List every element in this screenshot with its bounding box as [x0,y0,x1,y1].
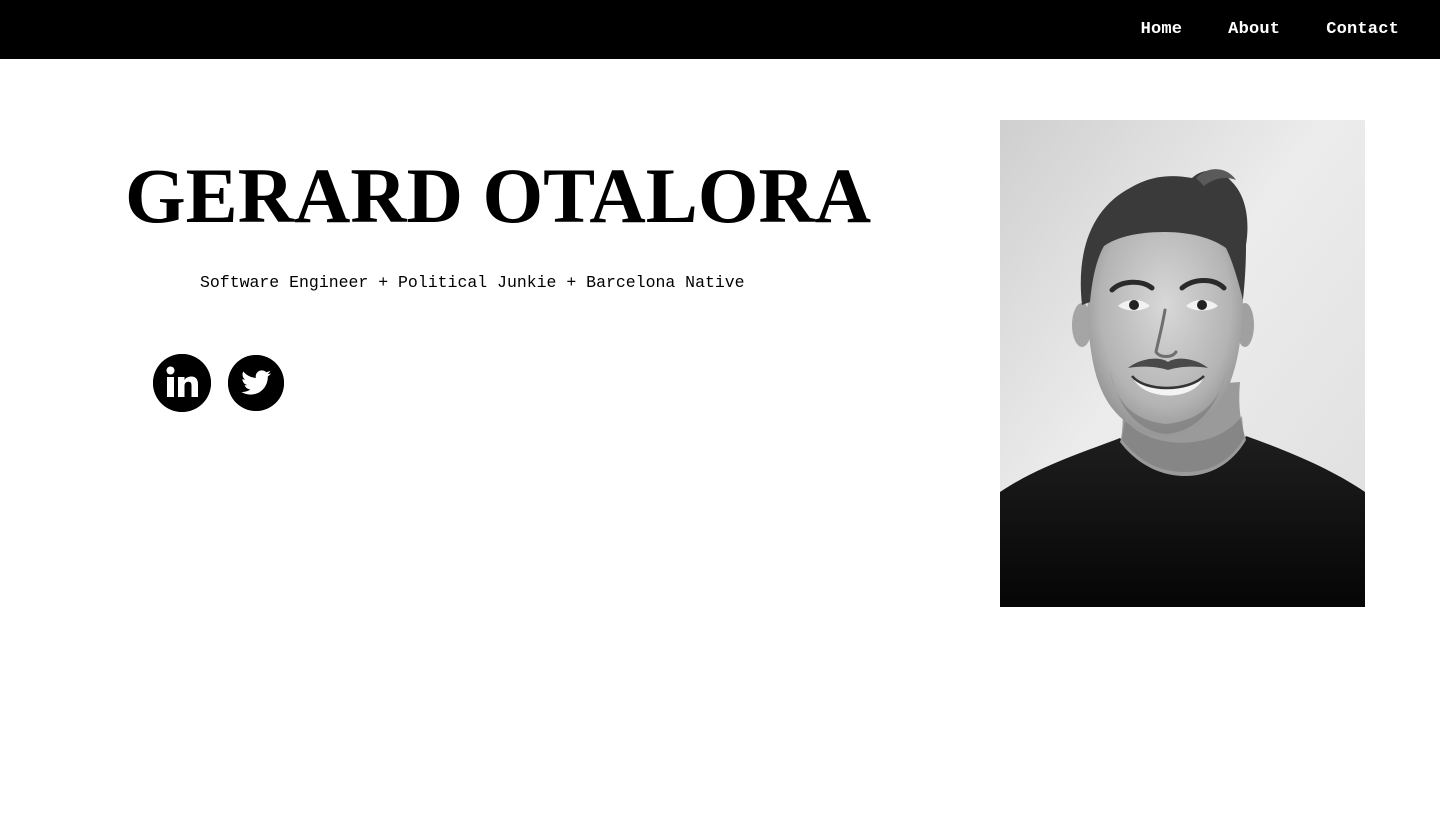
linkedin-link[interactable] [153,353,211,412]
profile-photo [1000,120,1365,607]
twitter-link[interactable] [228,354,284,411]
nav-home-link[interactable]: Home [1141,20,1183,39]
nav-about-link[interactable]: About [1228,20,1280,39]
linkedin-icon [153,353,211,412]
tagline: Software Engineer + Political Junkie + B… [200,273,745,292]
page-title: GERARD OTALORA [125,152,872,239]
social-links [153,353,284,412]
portrait-image [1000,120,1365,607]
main-nav: Home About Contact [1141,0,1399,59]
nav-contact-link[interactable]: Contact [1326,20,1399,39]
twitter-icon [228,354,284,411]
top-nav-bar: Home About Contact [0,0,1440,59]
